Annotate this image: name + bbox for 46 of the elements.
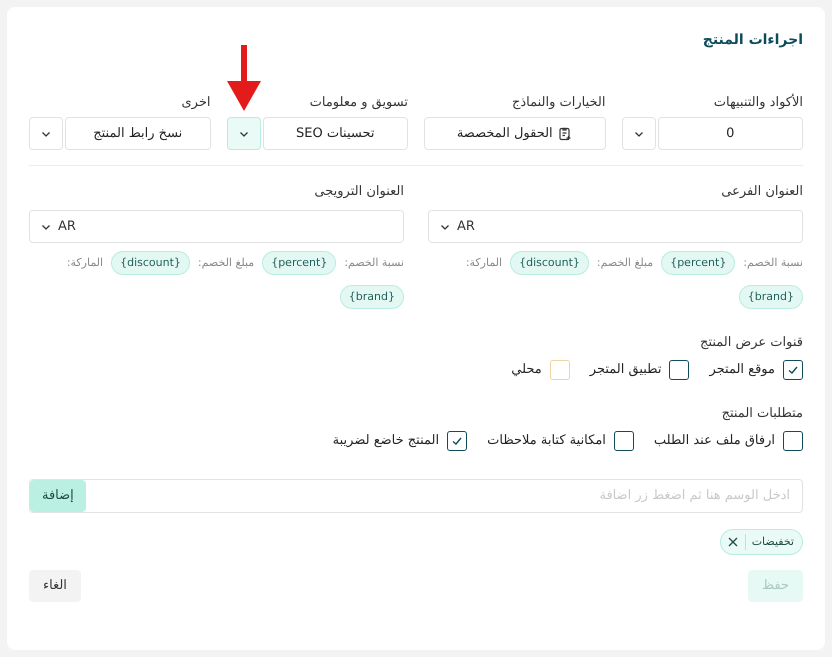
variable-label: الماركة: <box>66 254 104 271</box>
variable-chip[interactable]: {discount} <box>510 251 589 275</box>
arrow-icon <box>227 45 261 111</box>
field-label: الخيارات والنماذج <box>510 94 606 111</box>
variable-label: الماركة: <box>466 254 502 271</box>
checkbox[interactable] <box>669 360 690 380</box>
check-icon <box>787 364 799 376</box>
custom-fields-button[interactable]: الحقول المخصصة <box>424 117 606 150</box>
checkbox[interactable] <box>447 431 468 451</box>
field-label: تسويق و معلومات <box>308 94 408 111</box>
checkbox-label: المنتج خاضع لضريبة <box>332 432 440 450</box>
checkbox[interactable] <box>614 431 634 451</box>
cancel-button[interactable]: الغاء <box>29 570 81 602</box>
group-label: قنوات عرض المنتج <box>699 334 803 351</box>
value-box[interactable]: تحسينات SEO <box>262 117 408 150</box>
field-label: الأكواد والتنبيهات <box>712 93 803 111</box>
variable-chip[interactable]: {percent} <box>661 251 736 275</box>
value-box[interactable]: نسخ رابط المنتج <box>65 117 210 150</box>
field-label: العنوان الفرعى <box>720 183 803 200</box>
variable-label: مبلغ الخصم: <box>198 254 254 271</box>
variable-chip[interactable]: {brand} <box>738 285 803 309</box>
tag-label: تخفيضات <box>744 534 794 550</box>
add-button[interactable]: إضافة <box>30 480 86 512</box>
checkbox-label: تطبيق المتجر <box>590 361 662 380</box>
value-box[interactable]: 0 <box>658 117 803 150</box>
field-label: العنوان الترويجى <box>313 183 404 200</box>
checkbox-label: ارفاق ملف عند الطلب <box>654 432 775 450</box>
check-icon <box>451 435 464 447</box>
section-title: اجراءات المنتج <box>702 30 803 50</box>
clipboard-icon <box>556 126 573 142</box>
group-label: متطلبات المنتج <box>720 405 803 422</box>
checkbox[interactable] <box>783 360 803 380</box>
language-select[interactable]: AR <box>29 210 404 243</box>
field-label: اخرى <box>180 94 210 111</box>
variable-chip[interactable]: {brand} <box>340 285 404 309</box>
variable-label: نسبة الخصم: <box>743 254 803 271</box>
variable-label: نسبة الخصم: <box>344 254 404 271</box>
variable-label: مبلغ الخصم: <box>596 254 654 271</box>
checkbox-label: موقع المتجر <box>709 361 775 380</box>
language-select[interactable]: AR <box>428 210 803 243</box>
checkbox-label: محلي <box>511 361 542 380</box>
variable-chip[interactable]: {discount} <box>111 251 190 275</box>
checkbox[interactable] <box>783 431 803 451</box>
variable-chip[interactable]: {percent} <box>262 251 336 275</box>
close-icon[interactable] <box>726 536 739 548</box>
checkbox-label: امكانية كتابة ملاحظات <box>487 432 606 450</box>
